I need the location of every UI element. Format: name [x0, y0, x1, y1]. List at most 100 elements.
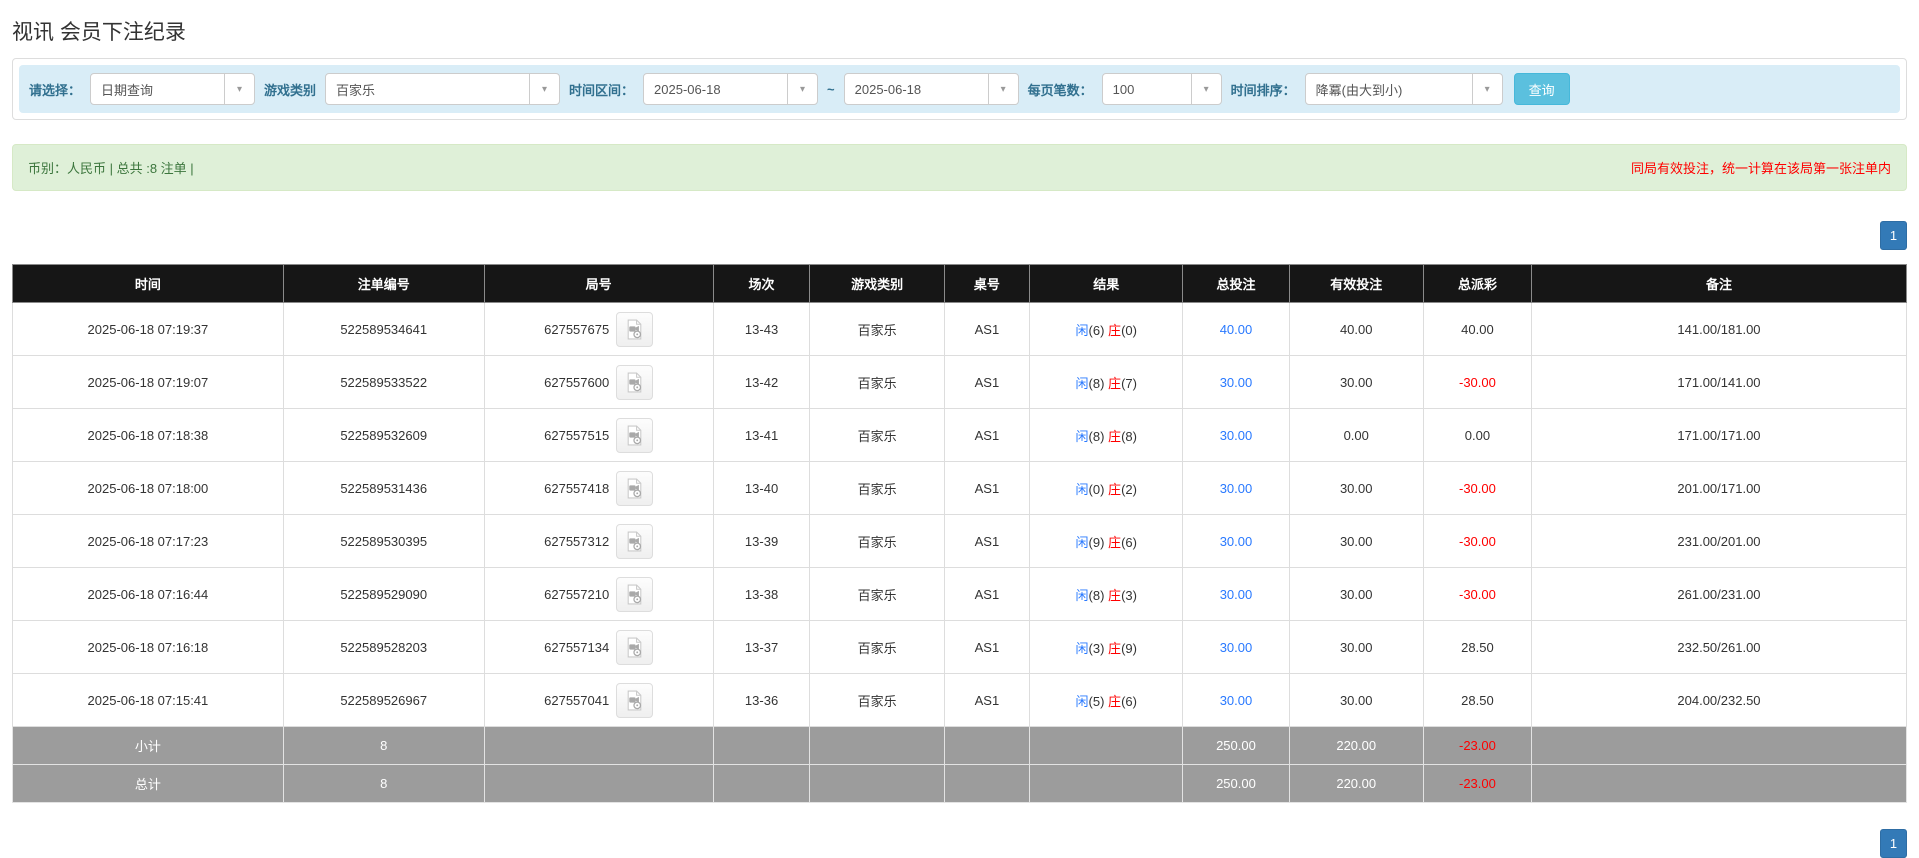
footer-valid-bet: 220.00 [1288, 764, 1424, 803]
query-type-select[interactable]: 日期查询 ▾ [90, 73, 256, 105]
page-title: 视讯 会员下注纪录 [12, 21, 186, 44]
footer-label: 总计 [12, 764, 284, 803]
result-banker-label: 庄 [1108, 481, 1122, 497]
summary-row: 总计 8 250.00 220.00 -23.00 [12, 764, 1908, 803]
total-bet-link[interactable]: 30.00 [1220, 375, 1253, 390]
result-player-num: (0) [1088, 481, 1105, 497]
result-banker-label: 庄 [1108, 428, 1122, 444]
result-banker-label: 庄 [1108, 534, 1122, 550]
result-player-label: 闲 [1075, 534, 1089, 550]
chevron-down-icon: ▾ [1190, 74, 1221, 104]
video-button[interactable] [616, 576, 654, 612]
result-player-label: 闲 [1075, 481, 1089, 497]
video-button[interactable] [616, 470, 654, 506]
video-button[interactable] [616, 523, 654, 559]
cell-game: 百家乐 [809, 567, 945, 621]
round-id: 627557675 [544, 321, 610, 337]
cell-total-bet: 30.00 [1182, 461, 1290, 515]
cell-game: 百家乐 [809, 355, 945, 409]
summary-bar: 币别：人民币 | 总共 :8 注单 | 同局有效投注，统一计算在该局第一张注单内 [12, 144, 1907, 191]
cell-valid-bet: 30.00 [1288, 620, 1424, 674]
result-player-label: 闲 [1075, 322, 1089, 338]
filter-bar: 请选择： 日期查询 ▾ 游戏类别 百家乐 ▾ 时间区间： 2025-06-18 … [19, 65, 1900, 113]
total-bet-link[interactable]: 30.00 [1220, 693, 1253, 708]
sort-value: 降冪(由大到小) [1315, 82, 1403, 98]
video-icon [624, 319, 645, 340]
table-row: 2025-06-18 07:16:18 522589528203 6275571… [12, 620, 1908, 674]
cell-payout: 40.00 [1422, 302, 1532, 356]
cell-result: 闲(6) 庄(0) [1029, 302, 1184, 356]
header-cell: 游戏类别 [809, 264, 945, 303]
table-row: 2025-06-18 07:18:00 522589531436 6275574… [12, 461, 1908, 515]
date-to-select[interactable]: 2025-06-18 ▾ [843, 73, 1019, 105]
result-banker-num: (2) [1121, 481, 1137, 497]
date-to-value: 2025-06-18 [854, 81, 922, 97]
total-bet-link[interactable]: 30.00 [1220, 587, 1253, 602]
total-bet-link[interactable]: 30.00 [1220, 428, 1253, 443]
video-button[interactable] [616, 629, 654, 665]
total-bet-link[interactable]: 30.00 [1220, 640, 1253, 655]
total-bet-link[interactable]: 30.00 [1220, 481, 1253, 496]
cell-payout: -30.00 [1422, 461, 1532, 515]
page-size-value: 100 [1112, 81, 1135, 97]
video-icon [624, 372, 645, 393]
cell-result: 闲(8) 庄(8) [1029, 408, 1184, 462]
result-banker-num: (7) [1121, 375, 1137, 391]
cell-time: 2025-06-18 07:16:18 [12, 620, 284, 674]
header-cell: 局号 [483, 264, 714, 303]
video-button[interactable] [616, 417, 654, 453]
date-separator: ~ [827, 81, 835, 97]
header-cell: 注单编号 [282, 264, 485, 303]
total-bet-link[interactable]: 30.00 [1220, 534, 1253, 549]
cell-time: 2025-06-18 07:16:44 [12, 567, 284, 621]
result-banker-label: 庄 [1108, 587, 1122, 603]
cell-round: 627557134 [483, 620, 714, 674]
cell-session: 13-43 [712, 302, 811, 356]
cell-remark: 171.00/141.00 [1530, 355, 1908, 409]
cell-session: 13-41 [712, 408, 811, 462]
cell-table-no: AS1 [943, 673, 1031, 727]
table-body: 2025-06-18 07:19:37 522589534641 6275576… [12, 302, 1908, 727]
bet-records-table: 时间 注单编号 局号 场次 游戏类别 桌号 结果 总投注 有效投注 总派彩 备注 2025-06-1… [12, 264, 1908, 803]
footer-payout: -23.00 [1422, 764, 1532, 803]
round-id: 627557210 [544, 586, 610, 602]
search-button[interactable]: 查询 [1513, 73, 1570, 105]
cell-total-bet: 30.00 [1182, 673, 1290, 727]
cell-round: 627557210 [483, 567, 714, 621]
page-1-button[interactable]: 1 [1880, 829, 1907, 858]
cell-remark: 204.00/232.50 [1530, 673, 1908, 727]
cell-remark: 231.00/201.00 [1530, 514, 1908, 568]
cell-round: 627557418 [483, 461, 714, 515]
video-button[interactable] [616, 682, 654, 718]
cell-bet-id: 522589530395 [282, 514, 485, 568]
video-button[interactable] [616, 311, 654, 347]
round-id: 627557134 [544, 639, 610, 655]
cell-total-bet: 30.00 [1182, 620, 1290, 674]
query-type-value: 日期查询 [101, 82, 154, 98]
round-id: 627557312 [544, 533, 610, 549]
cell-remark: 232.50/261.00 [1530, 620, 1908, 674]
result-banker-label: 庄 [1108, 693, 1122, 709]
page-size-label: 每页笔数： [1027, 82, 1093, 98]
filter-panel: 请选择： 日期查询 ▾ 游戏类别 百家乐 ▾ 时间区间： 2025-06-18 … [12, 58, 1907, 120]
cell-game: 百家乐 [809, 620, 945, 674]
cell-session: 13-40 [712, 461, 811, 515]
cell-round: 627557515 [483, 408, 714, 462]
result-player-num: (5) [1088, 693, 1105, 709]
cell-remark: 201.00/171.00 [1530, 461, 1908, 515]
sort-select[interactable]: 降冪(由大到小) ▾ [1304, 73, 1503, 105]
round-id: 627557600 [544, 374, 610, 390]
cell-valid-bet: 30.00 [1288, 514, 1424, 568]
result-player-num: (9) [1088, 534, 1105, 550]
page-size-select[interactable]: 100 ▾ [1101, 73, 1222, 105]
footer-total-bet: 250.00 [1182, 764, 1290, 803]
footer-payout: -23.00 [1422, 726, 1532, 765]
cell-table-no: AS1 [943, 302, 1031, 356]
cell-result: 闲(5) 庄(6) [1029, 673, 1184, 727]
result-banker-num: (3) [1121, 587, 1137, 603]
date-from-select[interactable]: 2025-06-18 ▾ [643, 73, 819, 105]
page-1-button[interactable]: 1 [1880, 221, 1907, 250]
video-button[interactable] [616, 364, 654, 400]
game-type-select[interactable]: 百家乐 ▾ [325, 73, 561, 105]
total-bet-link[interactable]: 40.00 [1220, 322, 1253, 337]
